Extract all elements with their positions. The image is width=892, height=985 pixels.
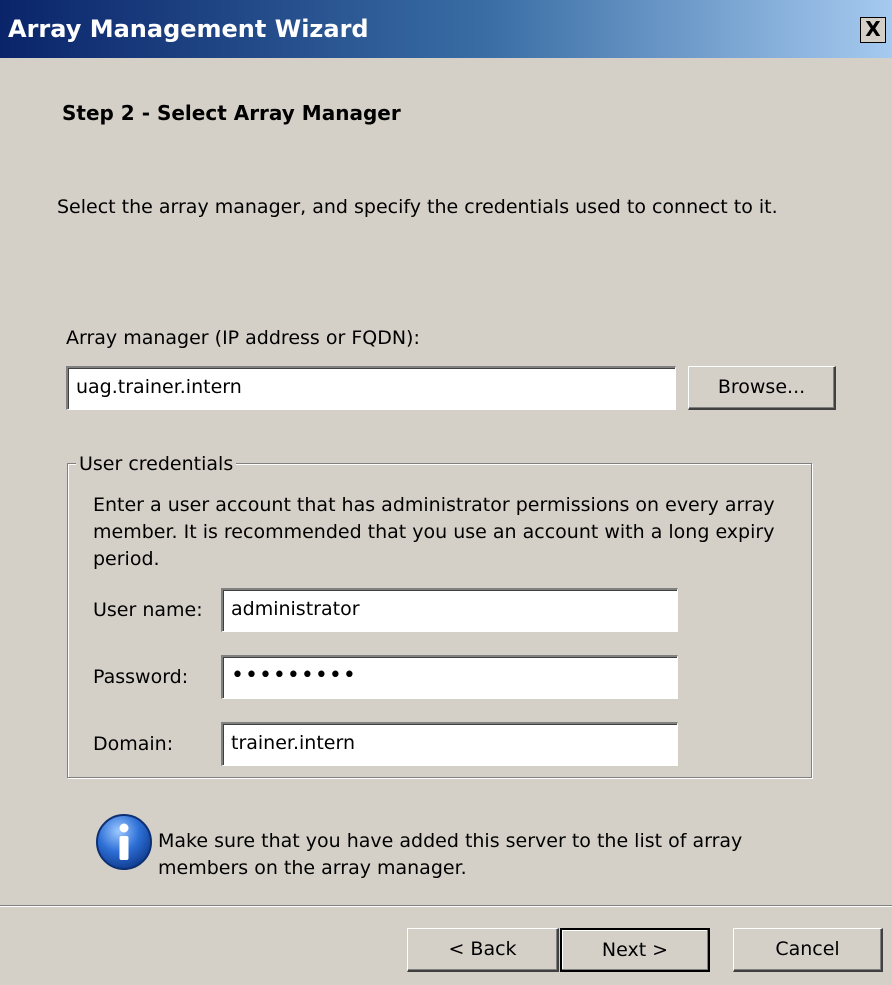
password-input[interactable]: ••••••••• bbox=[221, 655, 678, 699]
array-manager-input[interactable]: uag.trainer.intern bbox=[66, 366, 676, 410]
credentials-description: Enter a user account that has administra… bbox=[93, 494, 775, 570]
browse-button[interactable]: Browse... bbox=[688, 366, 836, 410]
title-bar: Array Management Wizard X bbox=[0, 0, 892, 58]
user-credentials-legend: User credentials bbox=[76, 451, 237, 477]
step-description: Select the array manager, and specify th… bbox=[57, 196, 778, 218]
username-label: User name: bbox=[93, 599, 203, 621]
domain-label: Domain: bbox=[93, 733, 174, 755]
step-title: Step 2 - Select Array Manager bbox=[62, 101, 401, 125]
information-icon bbox=[96, 814, 152, 870]
footer-separator bbox=[0, 905, 892, 907]
window-title: Array Management Wizard bbox=[8, 15, 369, 43]
array-manager-label: Array manager (IP address or FQDN): bbox=[66, 327, 420, 349]
close-button[interactable]: X bbox=[860, 17, 886, 43]
domain-input[interactable]: trainer.intern bbox=[221, 722, 678, 766]
back-button[interactable]: < Back bbox=[407, 928, 559, 972]
cancel-button[interactable]: Cancel bbox=[733, 928, 883, 972]
username-input[interactable]: administrator bbox=[221, 588, 678, 632]
password-label: Password: bbox=[93, 666, 189, 688]
next-button[interactable]: Next > bbox=[560, 928, 710, 972]
info-message: Make sure that you have added this serve… bbox=[158, 830, 743, 879]
